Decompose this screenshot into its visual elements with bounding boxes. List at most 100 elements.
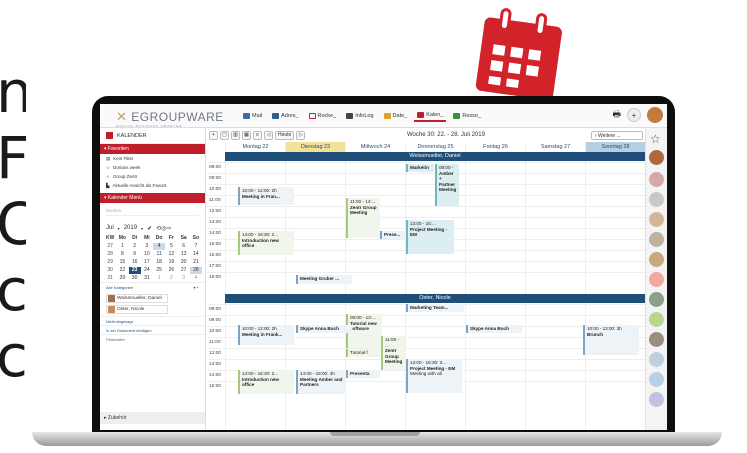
category-row[interactable]: Alle Kategorien ▾ + <box>100 282 205 292</box>
add-event-button[interactable]: + <box>209 130 218 140</box>
avatar[interactable] <box>649 150 664 165</box>
day-header[interactable]: Montag 22 <box>225 142 285 152</box>
avatar[interactable] <box>649 232 664 247</box>
avatar[interactable] <box>649 212 664 227</box>
event[interactable]: 13:00 - 16:30: 3... Project Meeting - EM M… <box>406 359 462 393</box>
mini-day[interactable]: 1 <box>116 243 128 250</box>
tab-addressbook[interactable]: Adres_ <box>269 110 301 122</box>
week-number[interactable]: 31 <box>104 275 116 282</box>
mini-day[interactable]: 12 <box>165 251 177 258</box>
event[interactable]: 13:00 - 16:... Project Meeting - EM <box>406 220 454 254</box>
event[interactable]: 10:00 - 12:00: 2h Meeting in Fran... <box>238 187 294 205</box>
mini-day[interactable]: 20 <box>178 259 190 266</box>
year-select[interactable]: 2019 <box>124 225 137 231</box>
more-options-select[interactable]: › Weitere ... <box>591 131 643 140</box>
week-number[interactable]: 27 <box>104 243 116 250</box>
mini-day[interactable]: 3 <box>141 243 153 250</box>
week-number[interactable]: 28 <box>104 251 116 258</box>
hour-row[interactable]: 12:00 <box>207 348 645 359</box>
tab-files[interactable]: Date_ <box>381 110 411 122</box>
mini-day[interactable]: 19 <box>165 259 177 266</box>
mini-day[interactable]: 26 <box>165 267 177 274</box>
mini-day[interactable]: 9 <box>129 251 141 258</box>
user-row-header[interactable]: Oster, Nicole <box>225 294 645 303</box>
avatar[interactable] <box>649 332 664 347</box>
accessories-toggle[interactable]: ▸ Zubehör <box>100 412 205 424</box>
mini-day[interactable]: 5 <box>165 243 177 250</box>
app-logo[interactable]: ✕ EGROUPWARE MAKING BUSINESS SMARTER <box>116 109 224 128</box>
check-icon[interactable]: ✔ <box>147 225 152 232</box>
day-header[interactable]: Mittwoch 24 <box>345 142 405 152</box>
event[interactable]: Skype Anna Boch <box>466 325 522 333</box>
event[interactable]: Meeting Gruber ... <box>296 275 352 284</box>
hour-row[interactable]: 17:00 <box>207 261 645 272</box>
hour-row[interactable]: 18:00 <box>207 272 645 283</box>
avatar[interactable] <box>649 312 664 327</box>
add-button[interactable]: + <box>627 108 641 122</box>
hour-row[interactable]: 12:00 <box>207 206 645 217</box>
list-view-button[interactable]: ≡ <box>253 130 262 140</box>
mini-day[interactable]: 21 <box>190 259 202 266</box>
user-chip[interactable]: Weissmueller, Daniel <box>106 294 168 303</box>
user-avatar[interactable] <box>647 107 663 123</box>
event[interactable]: Tutorial f <box>346 349 380 357</box>
user-chip[interactable]: Oster, Nicole <box>106 305 168 314</box>
avatar[interactable] <box>649 352 664 367</box>
print-icon[interactable]: 🖶 <box>613 107 622 123</box>
event[interactable]: 14:00 - 16:30: 2... Introduction new offi… <box>238 370 294 394</box>
week-view-button[interactable]: ▥ <box>231 130 240 140</box>
avatar[interactable] <box>649 392 664 407</box>
favorite-item[interactable]: ▤ Kein Filter <box>100 154 205 163</box>
week-number[interactable]: 30 <box>104 267 116 274</box>
event[interactable]: Prese... <box>380 231 405 239</box>
tab-calendar[interactable]: Kalen_ <box>414 110 447 122</box>
document-insert-select[interactable]: In ein Dokument einfügen <box>100 325 205 334</box>
tab-mail[interactable]: Mail <box>240 110 265 122</box>
avatar[interactable] <box>649 192 664 207</box>
mini-day[interactable]: 8 <box>116 251 128 258</box>
avatar[interactable] <box>649 172 664 187</box>
mini-day[interactable]: 2 <box>129 243 141 250</box>
mini-day[interactable]: 13 <box>178 251 190 258</box>
favorites-toggle[interactable]: ▾ Favoriten <box>100 144 205 154</box>
hour-row[interactable]: 09:00 <box>207 173 645 184</box>
previous-button[interactable]: ◁ <box>264 130 273 140</box>
event[interactable]: 10:00 - 13:00: 3h Brunch <box>583 325 639 355</box>
avatar[interactable] <box>649 372 664 387</box>
mini-day[interactable]: 28 <box>189 267 202 274</box>
event[interactable]: 14:00 - 16:30: 2... Introduction new offi… <box>238 231 294 255</box>
tab-rocketchat[interactable]: Rocke_ <box>306 110 340 122</box>
favorite-item[interactable]: ☆ Dorians week <box>100 163 205 172</box>
event[interactable]: 11:00 - ... Zentr Group Meeting <box>381 336 405 370</box>
day-view-button[interactable]: ▢ <box>220 130 229 140</box>
add-favorite-item[interactable]: ▙ Aktuelle Ansicht als Favorit <box>100 181 205 190</box>
calendar-menu-toggle[interactable]: ▾ Kalender Menü <box>100 193 205 203</box>
mini-day[interactable]: 30 <box>129 275 141 282</box>
day-header[interactable]: Freitag 26 <box>465 142 525 152</box>
mini-day[interactable]: 2 <box>165 275 177 282</box>
day-header[interactable]: Dienstag 23 <box>285 142 345 152</box>
day-header[interactable]: Sonntag 28 <box>585 142 645 152</box>
event[interactable]: Marketing Team... <box>406 304 464 312</box>
mini-day[interactable]: 3 <box>178 275 190 282</box>
event[interactable]: 10:00 - 12:00: 2h Meeting in Frank... <box>238 325 294 345</box>
mini-day[interactable]: 23 <box>128 267 141 274</box>
avatar[interactable] <box>649 272 664 287</box>
mini-day[interactable]: 11 <box>153 251 165 258</box>
mini-day[interactable]: 4 <box>153 243 166 250</box>
event[interactable]: Skype Anna Boch <box>296 325 352 333</box>
day-header[interactable]: Samstag 27 <box>525 142 585 152</box>
avatar[interactable] <box>649 252 664 267</box>
event[interactable]: 14:00 - 18:00: 4h Meeting Amber and Partn… <box>296 370 346 394</box>
search-input[interactable]: Suchen <box>106 208 199 216</box>
mini-day[interactable]: 18 <box>153 259 165 266</box>
mini-day[interactable]: 24 <box>141 267 153 274</box>
placeholder-field[interactable]: Platzhalter <box>100 334 205 343</box>
mini-day[interactable]: 31 <box>141 275 153 282</box>
mini-day[interactable]: 4 <box>190 275 202 282</box>
mini-day[interactable]: 7 <box>190 243 202 250</box>
mini-day[interactable]: 1 <box>153 275 165 282</box>
mini-day[interactable]: 25 <box>153 267 165 274</box>
prev-next-icon[interactable]: ⟲◎⇨ <box>156 225 171 232</box>
month-view-button[interactable]: ▦ <box>242 130 251 140</box>
